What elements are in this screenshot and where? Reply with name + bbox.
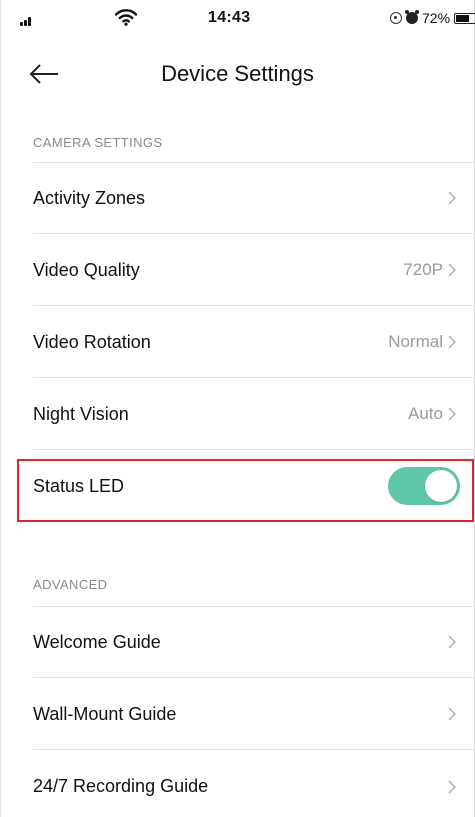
row-value: Auto (408, 404, 443, 423)
row-label: Welcome Guide (33, 631, 161, 652)
row-value: Normal (388, 332, 443, 351)
chevron-right-icon (448, 635, 457, 649)
wifi-icon (115, 9, 137, 26)
row-welcome-guide[interactable]: Welcome Guide (33, 607, 475, 678)
row-night-vision[interactable]: Night Vision Auto (33, 379, 475, 450)
chevron-right-icon (448, 335, 457, 349)
phone-screen: 14:43 72% Device Settings CAMERA SETTING… (0, 0, 475, 817)
battery-level-fill (456, 14, 469, 22)
row-wall-mount-guide[interactable]: Wall-Mount Guide (33, 679, 475, 750)
battery-icon (454, 12, 475, 24)
row-label: Night Vision (33, 403, 129, 424)
status-time: 14:43 (208, 9, 251, 26)
row-label: Video Quality (33, 259, 140, 280)
section-label-advanced: ADVANCED (33, 577, 108, 592)
battery-percent: 72% (422, 10, 451, 26)
section-label-camera-settings: CAMERA SETTINGS (33, 135, 163, 150)
row-value: 720P (403, 260, 443, 279)
status-right-group: 72% (390, 9, 475, 27)
status-bar: 14:43 72% (0, 0, 475, 38)
row-video-quality[interactable]: Video Quality 720P (33, 235, 475, 306)
row-24-7-recording-guide[interactable]: 24/7 Recording Guide (33, 751, 475, 817)
chevron-right-icon (448, 407, 457, 421)
chevron-right-icon (448, 707, 457, 721)
row-label: 24/7 Recording Guide (33, 776, 209, 796)
chevron-right-icon (448, 191, 457, 205)
nav-header: Device Settings (0, 52, 475, 96)
highlight-box (17, 459, 474, 522)
screen-edge-left (0, 0, 1, 817)
row-label: Activity Zones (33, 187, 146, 208)
row-activity-zones[interactable]: Activity Zones (33, 163, 475, 234)
page-title: Device Settings (161, 61, 314, 86)
row-label: Video Rotation (33, 331, 151, 352)
alarm-icon (405, 10, 419, 24)
location-icon (390, 12, 402, 24)
cellular-signal-icon (20, 16, 38, 26)
row-label: Wall-Mount Guide (33, 703, 177, 724)
row-video-rotation[interactable]: Video Rotation Normal (33, 307, 475, 378)
chevron-right-icon (448, 263, 457, 277)
chevron-right-icon (448, 779, 457, 794)
